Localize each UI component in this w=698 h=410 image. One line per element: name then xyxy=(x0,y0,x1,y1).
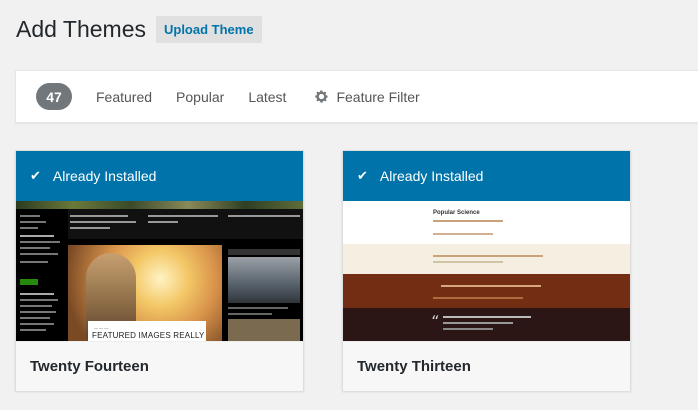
theme-card-twenty-fourteen[interactable]: ✔ Already Installed — — — FEATURED IMAGE… xyxy=(15,150,304,391)
feature-filter-button[interactable]: Feature Filter xyxy=(314,88,420,105)
tab-latest[interactable]: Latest xyxy=(248,89,286,105)
feature-filter-label: Feature Filter xyxy=(336,88,420,105)
theme-filter-bar: 47 Featured Popular Latest Feature Filte… xyxy=(15,70,698,123)
upload-theme-button[interactable]: Upload Theme xyxy=(155,15,262,43)
tab-featured[interactable]: Featured xyxy=(96,89,152,105)
theme-screenshot[interactable]: Popular Science “ xyxy=(343,201,630,341)
preview-title: Popular Science xyxy=(433,210,480,216)
installed-label: Already Installed xyxy=(379,168,484,184)
theme-name: Twenty Thirteen xyxy=(343,341,630,391)
checkmark-icon: ✔ xyxy=(30,168,41,183)
preview-caption: FEATURED IMAGES REALLY xyxy=(92,331,205,340)
theme-screenshot[interactable]: — — — FEATURED IMAGES REALLY xyxy=(16,201,303,341)
theme-name: Twenty Fourteen xyxy=(16,341,303,391)
page-header: Add Themes Upload Theme xyxy=(16,14,262,44)
theme-card-twenty-thirteen[interactable]: ✔ Already Installed Popular Science “ Tw… xyxy=(342,150,631,391)
checkmark-icon: ✔ xyxy=(357,168,368,183)
installed-label: Already Installed xyxy=(52,168,157,184)
page-title: Add Themes xyxy=(16,16,146,42)
tab-popular[interactable]: Popular xyxy=(176,89,224,105)
gear-icon xyxy=(315,90,329,103)
installed-banner: ✔ Already Installed xyxy=(343,151,630,201)
installed-banner: ✔ Already Installed xyxy=(16,151,303,201)
theme-count-badge: 47 xyxy=(36,83,72,110)
